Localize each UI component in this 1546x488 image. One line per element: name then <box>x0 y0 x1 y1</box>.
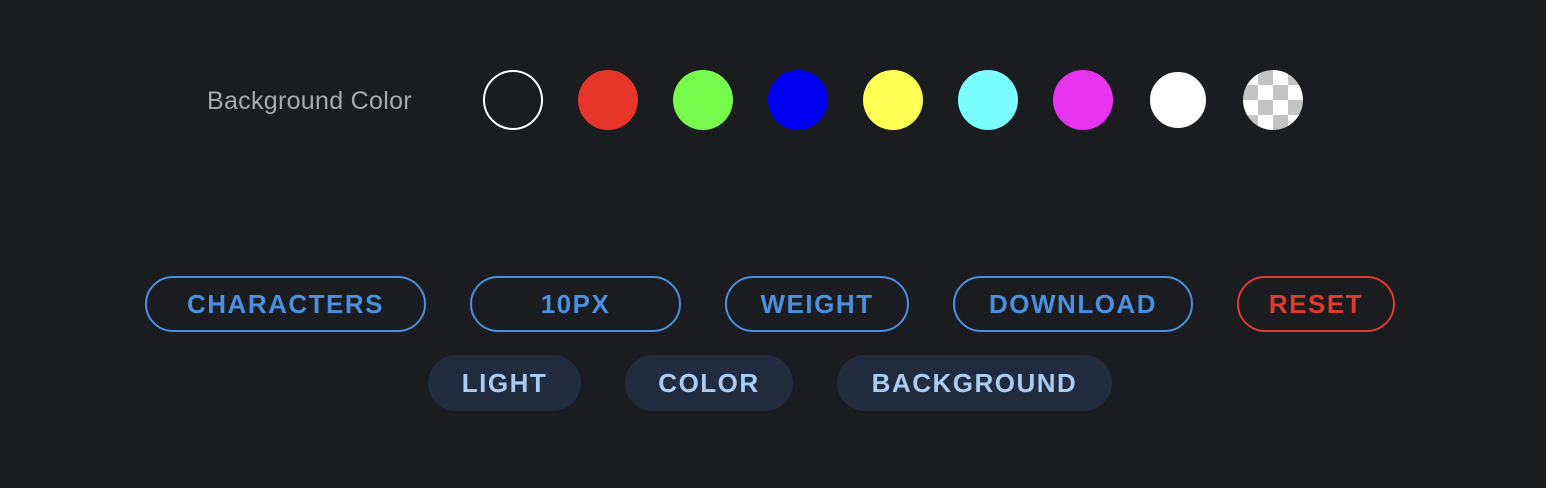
reset-button[interactable]: RESET <box>1237 276 1395 332</box>
light-toggle-button[interactable]: LIGHT <box>428 355 581 411</box>
background-color-row: Background Color <box>0 70 1546 130</box>
swatch-red[interactable] <box>578 70 638 130</box>
swatch-blue[interactable] <box>768 70 828 130</box>
download-button[interactable]: DOWNLOAD <box>953 276 1193 332</box>
size-button[interactable]: 10PX <box>470 276 681 332</box>
swatch-transparent[interactable] <box>1243 70 1303 130</box>
background-color-label: Background Color <box>207 87 412 115</box>
color-toggle-button[interactable]: COLOR <box>625 355 793 411</box>
swatch-cyan[interactable] <box>958 70 1018 130</box>
swatch-black[interactable] <box>483 70 543 130</box>
swatch-white[interactable] <box>1148 70 1208 130</box>
background-toggle-button[interactable]: BACKGROUND <box>837 355 1112 411</box>
swatch-yellow[interactable] <box>863 70 923 130</box>
swatch-magenta[interactable] <box>1053 70 1113 130</box>
weight-button[interactable]: WEIGHT <box>725 276 909 332</box>
characters-button[interactable]: CHARACTERS <box>145 276 426 332</box>
swatch-green[interactable] <box>673 70 733 130</box>
